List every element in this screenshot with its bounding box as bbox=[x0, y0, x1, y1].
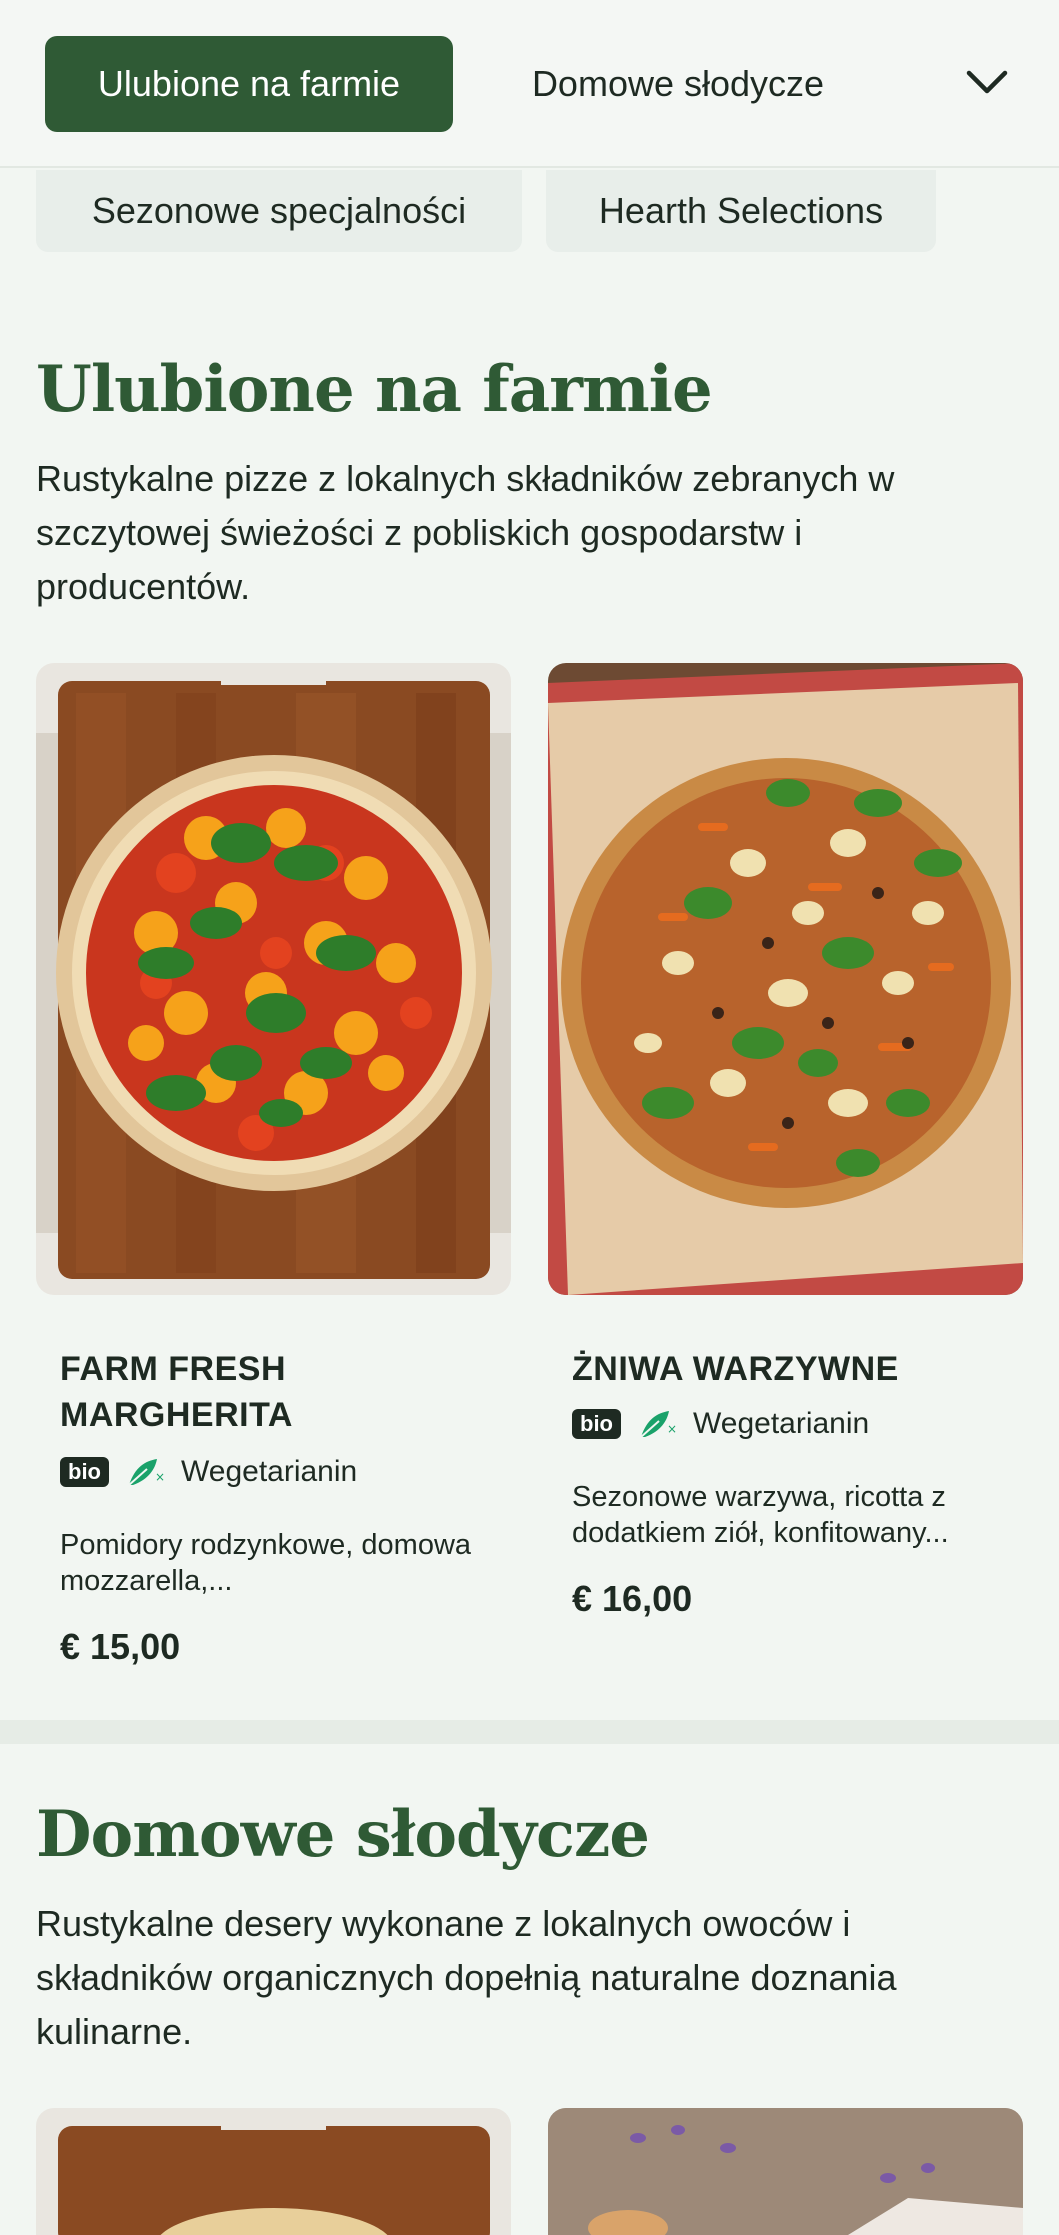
section-description: Rustykalne pizze z lokalnych składników … bbox=[36, 458, 895, 607]
section-title: Domowe słodycze bbox=[36, 1797, 650, 1872]
section-divider bbox=[0, 1720, 1059, 1744]
section-description: Rustykalne desery wykonane z lokalnych o… bbox=[36, 1903, 897, 2052]
pizza-image-margherita[interactable] bbox=[36, 663, 511, 1295]
vegetarian-leaf-icon: × bbox=[128, 1459, 165, 1486]
dessert-image-2[interactable] bbox=[548, 2108, 1023, 2235]
diet-label: Wegetarianin bbox=[693, 1407, 870, 1440]
vegetarian-leaf-icon: × bbox=[640, 1411, 677, 1438]
svg-text:×: × bbox=[667, 1422, 677, 1436]
chevron-down-icon[interactable] bbox=[960, 56, 1014, 110]
bio-badge: bio bbox=[60, 1457, 109, 1487]
menu-item-price: € 16,00 bbox=[572, 1578, 693, 1619]
menu-item-title: FARM FRESH MARGHERITA bbox=[60, 1350, 293, 1434]
tab-domowe-slodycze[interactable]: Domowe słodycze bbox=[488, 36, 868, 132]
svg-text:×: × bbox=[155, 1470, 165, 1484]
menu-item-tags: bio × Wegetarianin bbox=[60, 1455, 357, 1489]
pizza-image-zniwa-warzywne[interactable] bbox=[548, 663, 1023, 1295]
tab-hearth-selections[interactable]: Hearth Selections bbox=[546, 170, 936, 252]
dessert-image-1[interactable] bbox=[36, 2108, 511, 2235]
menu-item-title: ŻNIWA WARZYWNE bbox=[572, 1350, 899, 1388]
section-title: Ulubione na farmie bbox=[36, 352, 713, 427]
menu-item-price: € 15,00 bbox=[60, 1626, 181, 1667]
tab-ulubione-na-farmie[interactable]: Ulubione na farmie bbox=[45, 36, 453, 132]
bio-badge: bio bbox=[572, 1409, 621, 1439]
menu-item-description: Sezonowe warzywa, ricotta z dodatkiem zi… bbox=[572, 1481, 949, 1549]
menu-item-tags: bio × Wegetarianin bbox=[572, 1407, 869, 1441]
menu-item-description: Pomidory rodzynkowe, domowa mozzarella,.… bbox=[60, 1529, 472, 1597]
tab-sezonowe-specjalnosci[interactable]: Sezonowe specjalności bbox=[36, 170, 522, 252]
category-tab-bar: Ulubione na farmie Domowe słodycze bbox=[0, 0, 1059, 168]
diet-label: Wegetarianin bbox=[181, 1455, 358, 1488]
